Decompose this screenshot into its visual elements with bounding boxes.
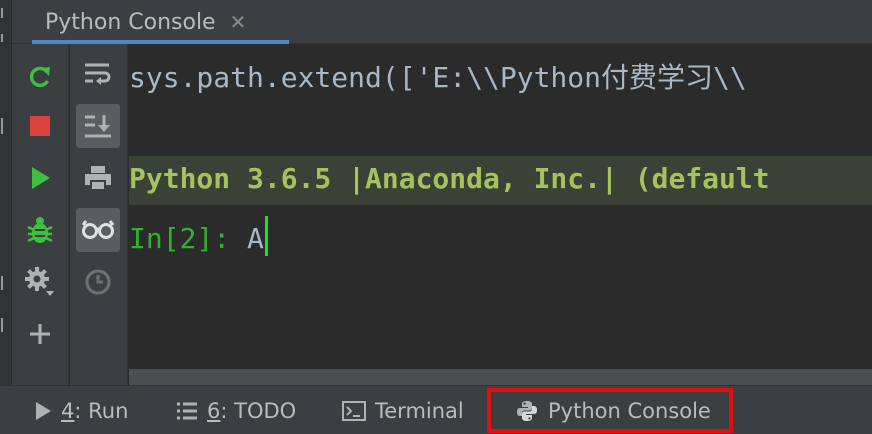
left-edge-strip (0, 0, 12, 385)
close-icon[interactable]: ✕ (230, 10, 247, 34)
todo-tool-button[interactable]: 6: TODO (176, 386, 296, 434)
terminal-tool-button[interactable]: Terminal (342, 386, 464, 434)
console-prompt: In[2]: (129, 222, 248, 255)
tool-window-bar: 4: Run 6: TODO Terminal Python Console (0, 385, 872, 434)
list-icon (176, 402, 198, 420)
variables-icon[interactable] (76, 208, 120, 252)
todo-mnemonic: 6 (207, 398, 221, 423)
stop-icon[interactable] (18, 104, 62, 148)
python-icon (515, 399, 539, 423)
console-output[interactable]: sys.path.extend(['E:\\Python付费学习\\ Pytho… (129, 44, 872, 369)
horizontal-scrollbar[interactable] (129, 369, 872, 385)
run-tool-button[interactable]: 4: Run (34, 386, 128, 434)
text-caret (264, 216, 268, 256)
run-mnemonic: 4 (61, 398, 75, 423)
python-console-label: Python Console (548, 398, 711, 423)
rerun-icon[interactable] (18, 54, 62, 98)
console-input-text[interactable]: A (247, 222, 264, 255)
console-python-version-banner: Python 3.6.5 |Anaconda, Inc.| (default (129, 162, 770, 195)
console-toolbar-actions (12, 44, 69, 385)
terminal-label: Terminal (375, 398, 464, 423)
tab-title: Python Console (45, 9, 216, 35)
scroll-to-end-icon[interactable] (76, 104, 120, 148)
debug-icon[interactable] (18, 208, 62, 252)
tab-bar: Python Console ✕ (12, 0, 872, 44)
console-line-sys-path: sys.path.extend(['E:\\Python付费学习\\ (129, 61, 747, 94)
run-icon[interactable] (18, 156, 62, 200)
todo-label: : TODO (220, 398, 297, 423)
settings-icon[interactable] (18, 260, 62, 304)
console-input-line[interactable]: In[2]: A (129, 216, 268, 256)
soft-wrap-icon[interactable] (76, 52, 120, 96)
tab-python-console[interactable]: Python Console ✕ (32, 0, 289, 44)
python-console-tool-button[interactable]: Python Console (487, 388, 733, 433)
play-icon (34, 401, 52, 421)
add-icon[interactable] (18, 312, 62, 356)
history-icon[interactable] (76, 260, 120, 304)
terminal-icon (342, 400, 366, 421)
console-toolbar-view (70, 44, 128, 385)
run-label: : Run (74, 398, 129, 423)
print-icon[interactable] (76, 156, 120, 200)
